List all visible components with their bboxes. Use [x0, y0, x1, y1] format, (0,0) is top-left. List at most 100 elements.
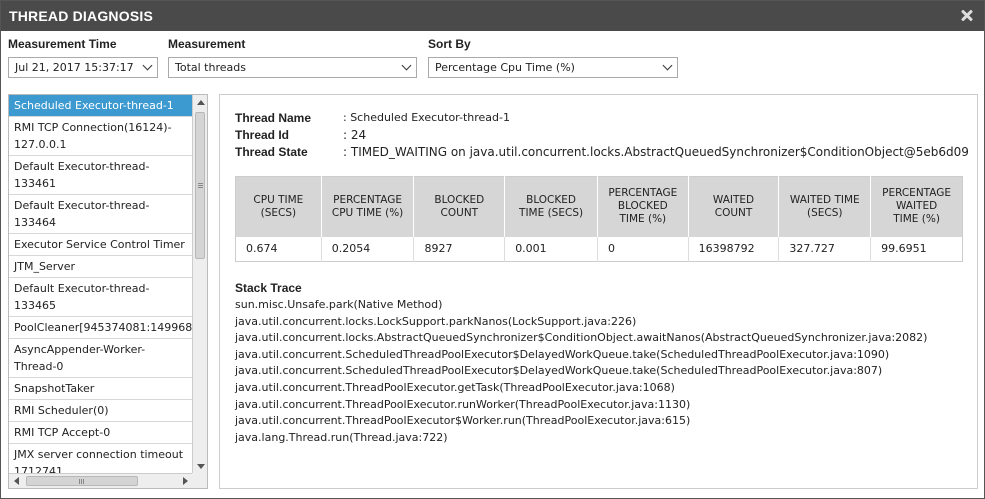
- thread-list-item-text: RMI TCP Accept-0: [14, 426, 111, 439]
- stats-header-text: CPU TIME: [253, 193, 304, 206]
- stats-column-header: PERCENTAGE WAITED TIME (%): [870, 176, 963, 237]
- stats-column-header: BLOCKED TIME (SECS): [504, 176, 598, 237]
- stats-value-cell: 0.2054: [321, 236, 415, 262]
- stats-header-text: TIME (%): [893, 213, 940, 226]
- thread-list-item[interactable]: Executor Service Control Timer: [9, 234, 193, 256]
- scrollbar-corner: [192, 473, 207, 488]
- thread-state-row: Thread State : TIMED_WAITING on java.uti…: [235, 143, 969, 160]
- thread-list-item-text: Executor Service Control Timer: [14, 238, 185, 251]
- stack-trace-line: java.util.concurrent.ScheduledThreadPool…: [235, 364, 883, 378]
- scroll-right-icon[interactable]: [183, 477, 188, 485]
- thread-list-item-text: 133461: [14, 177, 56, 190]
- stats-value-cell: 0.001: [504, 236, 598, 262]
- stats-value-cell: 8927: [413, 236, 506, 262]
- stack-trace-line: java.util.concurrent.ThreadPoolExecutor$…: [235, 414, 691, 428]
- measurement-time-value: Jul 21, 2017 15:37:17: [15, 61, 134, 74]
- stats-header-text: BLOCKED: [434, 193, 485, 206]
- thread-list-item[interactable]: RMI Scheduler(0): [9, 400, 193, 422]
- chevron-down-icon: [401, 60, 412, 71]
- window-title: THREAD DIAGNOSIS: [9, 8, 153, 24]
- thread-list-item[interactable]: JMX server connection timeout 1712741: [9, 444, 193, 474]
- thread-id-label: Thread Id: [235, 127, 290, 142]
- thread-name-value: : Scheduled Executor-thread-1: [343, 111, 510, 124]
- vertical-scroll-thumb[interactable]: [195, 112, 205, 259]
- stack-trace-line: java.util.concurrent.ThreadPoolExecutor.…: [235, 380, 675, 394]
- stats-value-cell: 99.6951: [881, 242, 927, 256]
- thread-list-item[interactable]: Default Executor-thread- 133465: [9, 278, 193, 317]
- thread-list-item-text: Default Executor-thread-: [14, 282, 150, 295]
- stack-trace-line: java.util.concurrent.ScheduledThreadPool…: [235, 347, 890, 361]
- measurement-label: Measurement: [168, 37, 246, 51]
- chevron-down-icon: [662, 60, 673, 71]
- stats-value-cell: 16398792: [688, 236, 780, 262]
- stats-value-row: 0.674 0.2054 8927 0.001 0 16398792 327.727 99.6…: [235, 236, 963, 262]
- stats-header-text: BLOCKED: [526, 193, 576, 206]
- stats-value-cell: 327.727: [778, 236, 872, 262]
- thread-info: Thread Name : Scheduled Executor-thread-…: [235, 109, 969, 160]
- sort-by-label: Sort By: [428, 37, 471, 51]
- stack-trace-line: java.util.concurrent.locks.AbstractQueue…: [235, 331, 928, 345]
- thread-list-item-text: SnapshotTaker: [14, 382, 95, 395]
- thread-list-item-text: 133464: [14, 216, 56, 229]
- stats-header-text: TIME (%): [619, 213, 667, 226]
- thread-list-item[interactable]: Scheduled Executor-thread-1: [9, 95, 193, 117]
- stats-header-text: BLOCKED: [617, 200, 668, 213]
- title-bar: THREAD DIAGNOSIS: [1, 1, 984, 31]
- stack-trace-line: java.util.concurrent.locks.LockSupport.p…: [235, 314, 637, 328]
- stats-column-header: CPU TIME (SECS): [235, 176, 322, 237]
- stats-header-row: CPU TIME (SECS) PERCENTAGE CPU TIME (%) BLOC…: [235, 176, 963, 237]
- stats-header-text: WAITED: [712, 193, 755, 206]
- chevron-down-icon: [142, 60, 153, 71]
- thread-list-item[interactable]: JTM_Server: [9, 256, 193, 278]
- scroll-left-icon[interactable]: [14, 477, 19, 485]
- scroll-down-icon[interactable]: [197, 464, 205, 469]
- horizontal-scroll-thumb[interactable]: [26, 476, 138, 486]
- filter-bar: Measurement Time Jul 21, 2017 15:37:17 M…: [8, 37, 977, 79]
- thread-list-item[interactable]: SnapshotTaker: [9, 378, 193, 400]
- thread-list-item-text: Default Executor-thread-: [14, 199, 150, 212]
- stats-header-text: COUNT: [714, 206, 753, 219]
- thread-list-item-text: 133465: [14, 299, 56, 312]
- thread-list-item[interactable]: AsyncAppender-Worker- Thread-0: [9, 339, 193, 378]
- stack-trace-line: java.lang.Thread.run(Thread.java:722): [235, 430, 448, 444]
- thread-list-item[interactable]: Default Executor-thread- 133464: [9, 195, 193, 234]
- measurement-select[interactable]: Total threads: [168, 57, 417, 78]
- sort-by-value: Percentage Cpu Time (%): [435, 61, 575, 74]
- stack-trace: Stack Trace sun.misc.Unsafe.park(Native …: [235, 281, 970, 446]
- sort-by-select[interactable]: Percentage Cpu Time (%): [428, 57, 678, 78]
- close-icon[interactable]: [958, 7, 976, 25]
- measurement-time-select[interactable]: Jul 21, 2017 15:37:17: [8, 57, 158, 78]
- stats-header-text: (SECS): [260, 206, 297, 219]
- stats-column-header: BLOCKED COUNT: [413, 176, 506, 237]
- thread-list-item[interactable]: RMI TCP Accept-0: [9, 422, 193, 444]
- thread-list-item-text: 127.0.0.1: [14, 138, 67, 151]
- thread-diagnosis-window: THREAD DIAGNOSIS Measurement Time Jul 21…: [0, 0, 985, 499]
- thread-list-items: Scheduled Executor-thread-1 RMI TCP Conne…: [9, 95, 193, 474]
- stats-column-header: WAITED COUNT: [688, 176, 780, 237]
- measurement-filter: Measurement Total threads: [168, 37, 417, 78]
- stats-header-text: PERCENTAGE: [608, 187, 678, 200]
- measurement-value: Total threads: [175, 61, 246, 74]
- stats-header-text: WAITED: [895, 200, 938, 213]
- thread-list-item[interactable]: Default Executor-thread- 133461: [9, 156, 193, 195]
- stack-trace-title: Stack Trace: [235, 281, 302, 295]
- thread-details-panel: Thread Name : Scheduled Executor-thread-…: [219, 94, 978, 489]
- thread-list-item-text: JMX server connection timeout: [14, 448, 184, 461]
- vertical-scrollbar[interactable]: [192, 95, 207, 474]
- stats-header-text: PERCENTAGE: [882, 187, 952, 200]
- thread-list-item-text: PoolCleaner[945374081:1499682: [14, 321, 193, 334]
- horizontal-scrollbar[interactable]: [9, 473, 193, 488]
- thread-list-item-text: AsyncAppender-Worker-: [14, 343, 146, 356]
- sort-by-filter: Sort By Percentage Cpu Time (%): [428, 37, 678, 78]
- thread-list-item-text: Scheduled Executor-thread-1: [14, 99, 174, 112]
- stats-header-text: CPU TIME (%): [331, 206, 404, 219]
- stats-value-cell: 0.674: [235, 236, 322, 262]
- thread-list-item[interactable]: PoolCleaner[945374081:1499682: [9, 317, 193, 339]
- stack-trace-line: sun.misc.Unsafe.park(Native Method): [235, 298, 443, 311]
- thread-id-value: : 24: [343, 127, 367, 142]
- stats-header-text: PERCENTAGE: [333, 193, 403, 206]
- scroll-up-icon[interactable]: [197, 100, 205, 105]
- thread-list-item[interactable]: RMI TCP Connection(16124)- 127.0.0.1: [9, 117, 193, 156]
- stats-header-text: TIME (SECS): [519, 206, 584, 219]
- thread-name-label: Thread Name: [235, 110, 312, 125]
